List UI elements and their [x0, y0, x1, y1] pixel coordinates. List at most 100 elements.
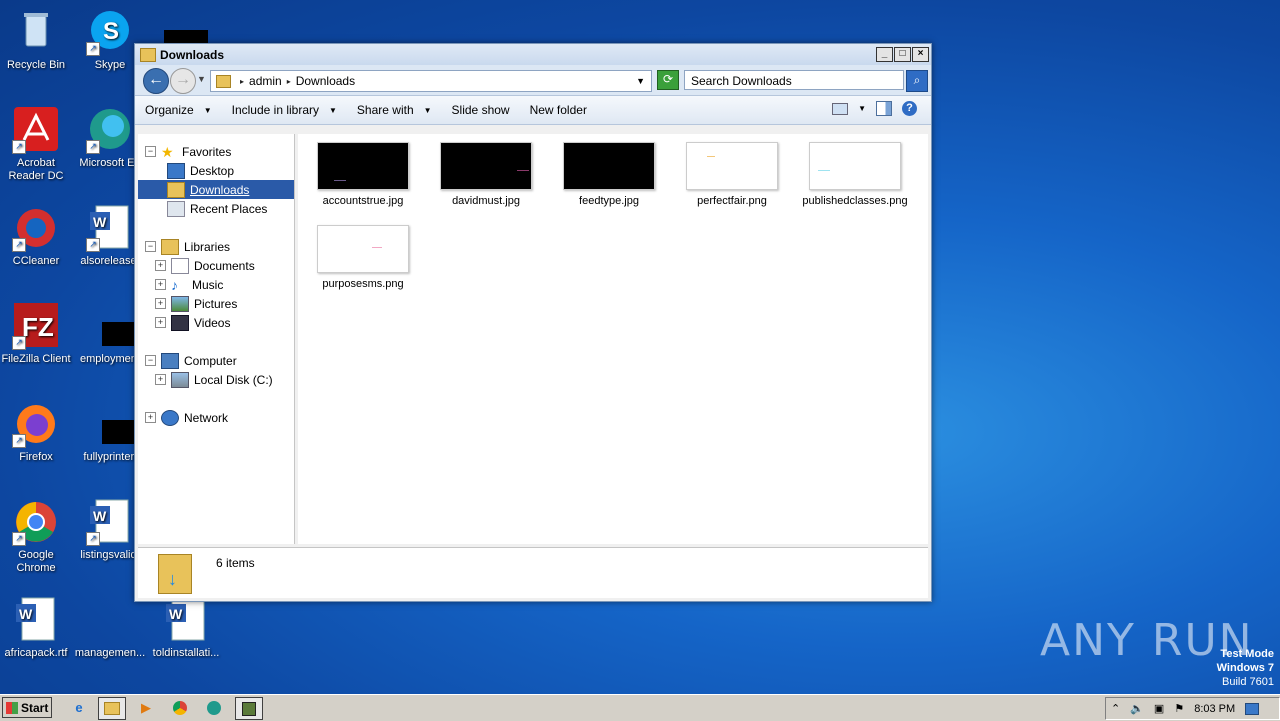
expand-icon[interactable]: +: [155, 279, 166, 290]
desktop-icon-google-chrome[interactable]: ↗ Google Chrome: [0, 498, 74, 575]
image-thumbnail: [317, 142, 409, 190]
nav-computer[interactable]: − Computer: [145, 351, 237, 370]
taskbar-explorer[interactable]: [98, 697, 126, 720]
file-item[interactable]: feedtype.jpg: [554, 142, 664, 207]
close-button[interactable]: ×: [912, 47, 929, 62]
file-item[interactable]: davidmust.jpg: [431, 142, 541, 207]
taskbar-internet-explorer[interactable]: e: [66, 697, 92, 718]
edge-icon: [207, 700, 221, 715]
expand-icon[interactable]: +: [145, 412, 156, 423]
file-item[interactable]: perfectfair.png: [677, 142, 787, 207]
file-icon: [86, 302, 150, 350]
desktop-icon-recycle-bin[interactable]: Recycle Bin: [0, 8, 74, 72]
file-item[interactable]: purposesms.png: [308, 225, 418, 290]
svg-text:W: W: [93, 214, 107, 230]
nav-desktop[interactable]: Desktop: [167, 161, 234, 180]
expand-icon[interactable]: +: [155, 374, 166, 385]
address-dropdown-icon[interactable]: ▼: [636, 76, 645, 86]
taskbar-chrome[interactable]: [167, 697, 193, 718]
folder-icon: [140, 47, 156, 62]
internet-explorer-icon: e: [75, 700, 83, 715]
taskbar-app[interactable]: [235, 697, 263, 720]
organize-button[interactable]: Organize ▼: [135, 103, 222, 117]
expand-icon[interactable]: +: [155, 298, 166, 309]
chrome-icon: [173, 700, 187, 715]
collapse-icon[interactable]: −: [145, 355, 156, 366]
expand-icon[interactable]: +: [155, 317, 166, 328]
expand-icon[interactable]: +: [155, 260, 166, 271]
nav-favorites[interactable]: − ★ Favorites: [145, 142, 231, 161]
desktop-icon-africapack[interactable]: W africapack.rtf: [0, 596, 74, 660]
change-view-icon[interactable]: [832, 102, 849, 115]
include-in-library-button[interactable]: Include in library ▼: [222, 103, 347, 117]
organize-label: Organize: [145, 103, 194, 117]
search-icon[interactable]: ⌕: [906, 70, 928, 92]
nav-recent-places[interactable]: Recent Places: [167, 199, 267, 218]
nav-music[interactable]: + ♪ Music: [155, 275, 223, 294]
preview-pane-icon[interactable]: [876, 101, 892, 116]
slide-show-button[interactable]: Slide show: [442, 103, 520, 117]
chevron-right-icon[interactable]: ▸: [287, 77, 291, 86]
nav-local-disk[interactable]: + Local Disk (C:): [155, 370, 273, 389]
back-button[interactable]: ←: [143, 68, 169, 94]
image-thumbnail: [440, 142, 532, 190]
desktop-icon-ccleaner[interactable]: ↗ CCleaner: [0, 204, 74, 268]
redacted-box: [164, 30, 208, 43]
volume-icon[interactable]: 🔈: [1130, 702, 1144, 715]
slide-show-label: Slide show: [451, 103, 510, 117]
collapse-icon[interactable]: −: [145, 241, 156, 252]
title-bar[interactable]: Downloads _ □ ×: [135, 44, 931, 65]
forward-button[interactable]: →: [170, 68, 196, 94]
nav-recent-places-label: Recent Places: [190, 201, 268, 216]
share-with-button[interactable]: Share with ▼: [347, 103, 442, 117]
nav-pictures[interactable]: + Pictures: [155, 294, 237, 313]
network-icon[interactable]: ▣: [1154, 702, 1164, 715]
recent-pages-dropdown-icon[interactable]: ▼: [197, 74, 206, 84]
nav-libraries[interactable]: − Libraries: [145, 237, 230, 256]
show-desktop-icon[interactable]: [1245, 702, 1260, 715]
desktop-icon-firefox[interactable]: ↗ Firefox: [0, 400, 74, 464]
search-input[interactable]: Search Downloads: [684, 70, 904, 90]
minimize-button[interactable]: _: [876, 47, 893, 62]
file-icon: [86, 400, 150, 448]
downloads-folder-icon: ↓: [158, 554, 192, 594]
nav-documents[interactable]: + Documents: [155, 256, 255, 275]
file-item[interactable]: publishedclasses.png: [800, 142, 910, 207]
taskbar-edge[interactable]: [201, 697, 227, 718]
firefox-icon: ↗: [12, 400, 60, 448]
taskbar-media-player[interactable]: ▶: [133, 697, 159, 718]
media-player-icon: ▶: [141, 699, 151, 715]
new-folder-button[interactable]: New folder: [520, 103, 597, 117]
help-icon[interactable]: ?: [902, 101, 917, 116]
image-thumbnail: [686, 142, 778, 190]
flag-icon[interactable]: ⚑: [1174, 702, 1184, 715]
desktop-icon-acrobat-reader[interactable]: ↗ Acrobat Reader DC: [0, 106, 74, 183]
nav-network[interactable]: + Network: [145, 408, 228, 427]
file-item[interactable]: accountstrue.jpg: [308, 142, 418, 207]
address-bar[interactable]: ▸ admin ▸ Downloads ▼: [210, 70, 652, 92]
svg-text:W: W: [93, 508, 107, 524]
breadcrumb-admin[interactable]: admin: [249, 74, 282, 88]
test-mode-watermark: Test Mode Windows 7 Build 7601: [1217, 647, 1274, 689]
maximize-button[interactable]: □: [894, 47, 911, 62]
collapse-icon[interactable]: −: [145, 146, 156, 157]
breadcrumb-downloads[interactable]: Downloads: [296, 74, 355, 88]
clock[interactable]: 8:03 PM: [1194, 703, 1235, 715]
recent-places-icon: [167, 200, 185, 217]
refresh-button[interactable]: ⟳: [657, 70, 679, 90]
documents-icon: [171, 257, 189, 274]
desktop-icon-filezilla[interactable]: FZ ↗ FileZilla Client: [0, 302, 74, 366]
svg-text:W: W: [169, 606, 183, 622]
desktop-icon-toldinstallation[interactable]: W toldinstallati...: [148, 596, 224, 660]
nav-downloads[interactable]: Downloads: [138, 180, 294, 199]
app-icon: [242, 701, 256, 716]
show-hidden-icons-icon[interactable]: ⌃: [1111, 702, 1120, 715]
pictures-icon: [171, 295, 189, 312]
chevron-right-icon[interactable]: ▸: [240, 77, 244, 86]
videos-icon: [171, 314, 189, 331]
recycle-bin-icon: [12, 8, 60, 56]
view-dropdown-icon[interactable]: ▼: [858, 104, 866, 113]
start-button[interactable]: Start: [2, 697, 52, 718]
nav-videos[interactable]: + Videos: [155, 313, 230, 332]
desktop-icon-management[interactable]: managemen...: [72, 596, 148, 660]
